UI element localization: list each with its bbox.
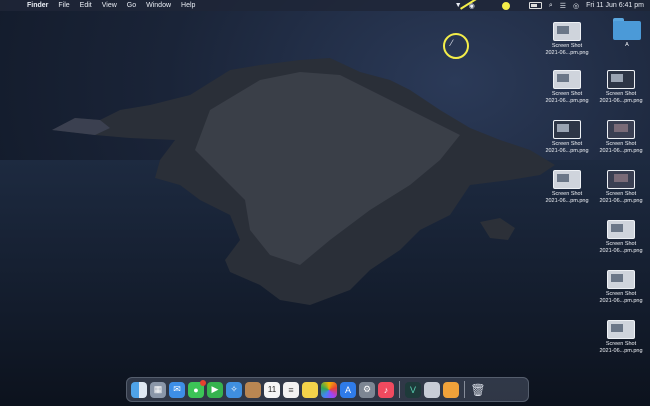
desktop-icon-label: Screen Shot 2021-06...pm.png [599, 291, 643, 304]
vectorize-icon[interactable]: V [405, 381, 421, 398]
desktop-icon-label: Screen Shot 2021-06...pm.png [599, 241, 643, 254]
desktop-icon-label: Screen Shot 2021-06...pm.png [599, 141, 643, 154]
notes-icon[interactable] [302, 381, 318, 398]
desktop-icon-folder[interactable]: A [597, 18, 650, 49]
battery-icon[interactable] [528, 2, 542, 9]
screenshot-thumbnail-icon [553, 22, 581, 41]
screenshot-thumbnail-icon [607, 320, 635, 339]
desktop-icon-label: Screen Shot 2021-06...pm.png [599, 341, 643, 354]
app-store-icon[interactable]: A [340, 381, 356, 398]
facetime-icon[interactable]: ▶ [207, 381, 223, 398]
desktop-icon-label: Screen Shot 2021-06...pm.png [599, 191, 643, 204]
desktop-icon-screenshot[interactable]: Screen Shot 2021-06...pm.png [591, 270, 650, 305]
safari-icon[interactable]: ✧ [226, 381, 242, 398]
dock-separator [399, 381, 400, 398]
status-area: ▼ ◉ ⌕ ☰ ◎ Fri 11 Jun 6:41 pm [455, 0, 644, 11]
trash-icon[interactable]: 🗑 [470, 382, 486, 398]
screenshot-thumbnail-icon [553, 70, 581, 89]
menu-bar: Finder File Edit View Go Window Help ▼ ◉… [0, 0, 650, 11]
screenshot-thumbnail-icon [553, 170, 581, 189]
desktop-icon-screenshot[interactable]: Screen Shot 2021-06...pm.png [591, 320, 650, 355]
launchpad-icon[interactable]: ▦ [150, 381, 166, 398]
siri-icon[interactable]: ◎ [573, 2, 579, 10]
desktop-icon-label: Screen Shot 2021-06...pm.png [545, 191, 589, 204]
menu-file[interactable]: File [58, 2, 69, 9]
drag-cursor-icon: ⁄ [451, 38, 453, 48]
desktop-icon-label: Screen Shot 2021-06...pm.png [599, 91, 643, 104]
screenshot-thumbnail-icon [607, 70, 635, 89]
desktop-icon-screenshot[interactable]: Screen Shot 2021-06...pm.png [537, 22, 597, 57]
menu-edit[interactable]: Edit [80, 2, 92, 9]
notification-badge [200, 379, 206, 386]
system-preferences-icon[interactable]: ⚙ [359, 381, 375, 398]
music-icon[interactable]: ♪ [378, 381, 394, 398]
desktop-icon-label: Screen Shot 2021-06...pm.png [545, 141, 589, 154]
highlight-pointer-dot [502, 2, 510, 10]
search-icon[interactable]: ⌕ [549, 2, 553, 10]
control-center-icon[interactable]: ☰ [560, 2, 566, 10]
dock: ▦ ✉ ● ▶ ✧ 11 ≡ A ⚙ ♪ V 🗑 [126, 377, 529, 402]
reminders-icon[interactable]: ≡ [283, 381, 299, 398]
desktop-icon-screenshot[interactable]: Screen Shot 2021-06...pm.png [591, 220, 650, 255]
screenshot-thumbnail-icon [607, 120, 635, 139]
screenshot-thumbnail-icon [553, 120, 581, 139]
desktop-icon-label: A [625, 42, 629, 48]
desktop-icon-screenshot[interactable]: Screen Shot 2021-06...pm.png [537, 170, 597, 205]
mail-icon[interactable]: ✉ [169, 381, 185, 398]
calendar-icon[interactable]: 11 [264, 381, 280, 398]
pages-icon[interactable] [443, 381, 459, 398]
desktop-icon-screenshot[interactable]: Screen Shot 2021-06...pm.png [591, 70, 650, 105]
screenshot-thumbnail-icon [607, 170, 635, 189]
menu-go[interactable]: Go [127, 2, 136, 9]
menu-finder[interactable]: Finder [27, 2, 48, 9]
desktop-icon-label: Screen Shot 2021-06...pm.png [545, 91, 589, 104]
dock-separator [464, 381, 465, 398]
screenshot-thumbnail-icon [607, 270, 635, 289]
desktop-icon-screenshot[interactable]: Screen Shot 2021-06...pm.png [591, 170, 650, 205]
contacts-icon[interactable] [245, 381, 261, 398]
desktop-icon-screenshot[interactable]: Screen Shot 2021-06...pm.png [537, 70, 597, 105]
clock-datetime[interactable]: Fri 11 Jun 6:41 pm [586, 2, 644, 9]
folder-icon [613, 18, 641, 40]
desktop-icon-screenshot[interactable]: Screen Shot 2021-06...pm.png [537, 120, 597, 155]
menu-view[interactable]: View [102, 2, 117, 9]
finder-icon[interactable] [131, 381, 147, 398]
menu-window[interactable]: Window [146, 2, 171, 9]
desktop-icon-screenshot[interactable]: Screen Shot 2021-06...pm.png [591, 120, 650, 155]
screenshot-thumbnail-icon [607, 220, 635, 239]
preview-icon[interactable] [424, 381, 440, 398]
desktop-icon-label: Screen Shot 2021-06...pm.png [545, 43, 589, 56]
highlight-circle: ⁄ [443, 33, 469, 59]
calendar-day: 11 [267, 385, 277, 394]
messages-icon[interactable]: ● [188, 379, 206, 398]
menu-help[interactable]: Help [181, 2, 195, 9]
photos-icon[interactable] [321, 381, 337, 398]
